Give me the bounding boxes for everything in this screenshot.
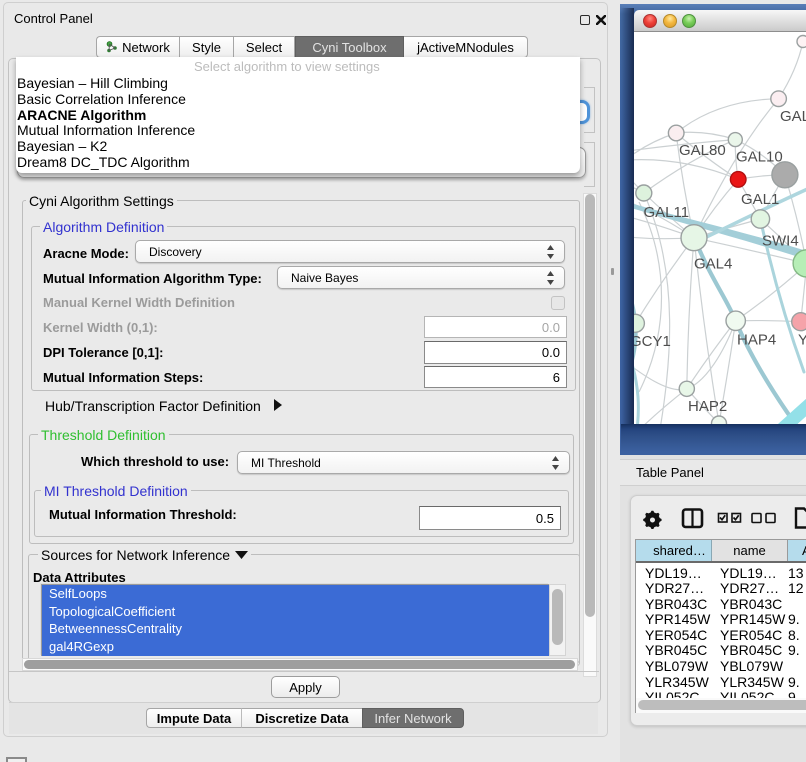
svg-text:YEL1: YEL1 [798, 332, 806, 349]
svg-text:SWI4: SWI4 [762, 233, 799, 250]
svg-text:GAL10: GAL10 [736, 149, 783, 166]
svg-text:HAP2: HAP2 [688, 398, 727, 415]
svg-text:GAL4: GAL4 [694, 256, 732, 273]
svg-text:GAL2: GAL2 [780, 108, 806, 125]
svg-text:GCY1: GCY1 [634, 333, 671, 350]
svg-text:GAL80: GAL80 [679, 142, 726, 159]
svg-text:GAL11: GAL11 [644, 204, 690, 221]
svg-text:HAP4: HAP4 [737, 332, 776, 349]
svg-text:GAL1: GAL1 [741, 191, 779, 208]
